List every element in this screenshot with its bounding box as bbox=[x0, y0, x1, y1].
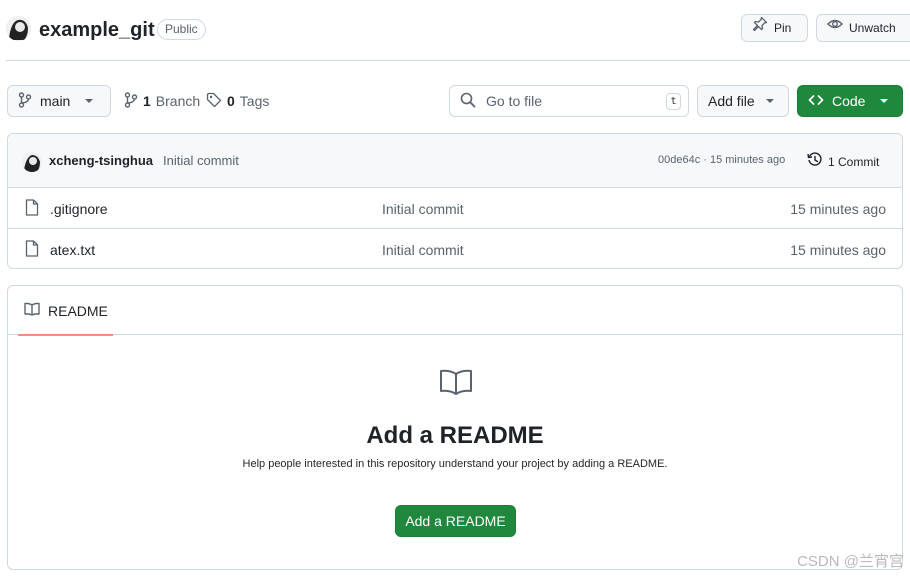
search-icon bbox=[460, 92, 476, 111]
branches-link[interactable]: 1 Branch bbox=[124, 85, 200, 117]
file-toolbar: main 1 Branch 0 Tags Go to file t Add fi… bbox=[7, 85, 910, 117]
code-icon bbox=[808, 92, 824, 111]
readme-tab-label: README bbox=[48, 302, 108, 319]
readme-panel: README Add a README Help people interest… bbox=[7, 285, 903, 570]
book-icon bbox=[439, 369, 473, 400]
branch-count: 1 bbox=[143, 93, 151, 109]
avatar[interactable] bbox=[22, 152, 42, 172]
watermark: CSDN @兰宵宫 bbox=[797, 553, 904, 570]
tags-link[interactable]: 0 Tags bbox=[206, 85, 269, 117]
shortcut-key: t bbox=[666, 93, 681, 110]
watch-button[interactable]: Unwatch bbox=[816, 14, 910, 42]
search-placeholder: Go to file bbox=[486, 93, 543, 109]
commit-count: 1 Commit bbox=[828, 154, 880, 169]
file-name[interactable]: .gitignore bbox=[50, 201, 108, 217]
repo-header: example_git Public Pin Unwatch bbox=[6, 14, 910, 48]
pin-label: Pin bbox=[774, 21, 792, 35]
pin-icon bbox=[752, 15, 768, 41]
caret-down-icon bbox=[765, 93, 775, 109]
book-icon bbox=[24, 302, 40, 319]
add-readme-button[interactable]: Add a README bbox=[395, 505, 516, 537]
commit-history-link[interactable]: 1 Commit bbox=[807, 152, 879, 171]
branch-count-label: Branch bbox=[155, 93, 201, 109]
file-age: 15 minutes ago bbox=[790, 201, 886, 217]
tab-readme[interactable]: README bbox=[18, 286, 113, 336]
commit-message[interactable]: Initial commit bbox=[163, 153, 239, 168]
file-age: 15 minutes ago bbox=[790, 242, 886, 258]
tag-count-label: Tags bbox=[239, 93, 270, 109]
readme-title: Add a README bbox=[366, 422, 544, 449]
add-file-label: Add file bbox=[708, 93, 755, 109]
branch-icon bbox=[18, 91, 32, 111]
history-icon bbox=[807, 152, 823, 171]
file-commit-message[interactable]: Initial commit bbox=[382, 242, 464, 258]
tag-count: 0 bbox=[227, 93, 235, 109]
pin-button[interactable]: Pin bbox=[741, 14, 808, 42]
file-row[interactable]: atex.txt Initial commit 15 minutes ago bbox=[8, 229, 902, 268]
repo-name[interactable]: example_git bbox=[39, 19, 155, 42]
readme-tabbar: README bbox=[8, 286, 902, 336]
branch-icon bbox=[124, 91, 138, 111]
readme-description: Help people interested in this repositor… bbox=[242, 458, 668, 470]
go-to-file-input[interactable]: Go to file t bbox=[449, 85, 689, 117]
file-name[interactable]: atex.txt bbox=[50, 242, 95, 258]
latest-commit-bar: xcheng-tsinghua Initial commit 00de64c ·… bbox=[8, 134, 902, 188]
watch-label: Unwatch bbox=[849, 21, 896, 35]
code-label: Code bbox=[832, 93, 866, 109]
commit-author[interactable]: xcheng-tsinghua bbox=[49, 153, 153, 168]
file-icon bbox=[25, 199, 39, 219]
file-row[interactable]: .gitignore Initial commit 15 minutes ago bbox=[8, 188, 902, 229]
readme-empty-state: Add a README Help people interested in t… bbox=[8, 335, 902, 569]
caret-down-icon bbox=[879, 93, 889, 109]
commit-hash-age[interactable]: 00de64c · 15 minutes ago bbox=[658, 154, 785, 166]
file-icon bbox=[25, 240, 39, 260]
code-button[interactable]: Code bbox=[797, 85, 903, 117]
owner-avatar[interactable] bbox=[6, 16, 31, 41]
branch-selector[interactable]: main bbox=[7, 85, 111, 117]
tag-icon bbox=[206, 92, 222, 111]
file-commit-message[interactable]: Initial commit bbox=[382, 201, 464, 217]
caret-down-icon bbox=[84, 93, 94, 109]
file-list: xcheng-tsinghua Initial commit 00de64c ·… bbox=[7, 133, 903, 269]
add-file-button[interactable]: Add file bbox=[697, 85, 789, 117]
eye-icon bbox=[827, 15, 843, 41]
visibility-badge: Public bbox=[157, 19, 206, 40]
branch-name: main bbox=[40, 93, 71, 109]
header-divider bbox=[6, 60, 910, 61]
